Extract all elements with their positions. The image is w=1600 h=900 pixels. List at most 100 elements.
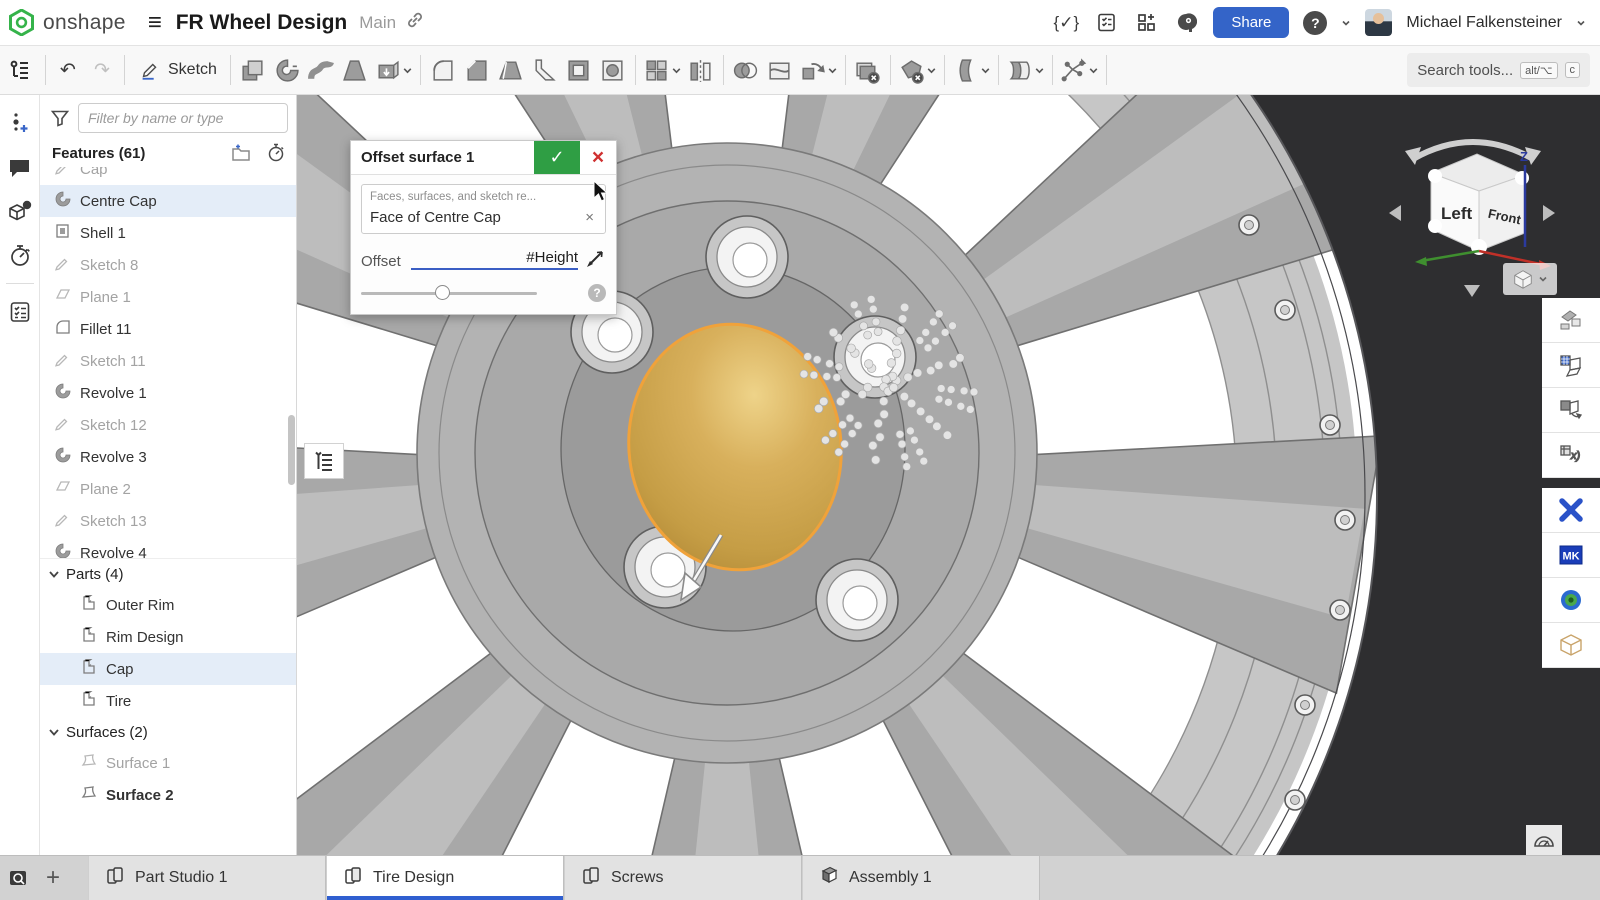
sketch-button[interactable]: Sketch (130, 51, 225, 89)
flip-direction-icon[interactable] (584, 248, 606, 270)
branch-name[interactable]: Main (359, 13, 396, 33)
shell-button[interactable] (562, 51, 596, 89)
user-name[interactable]: Michael Falkensteiner (1406, 14, 1562, 32)
defeature-button[interactable] (896, 51, 939, 89)
feature-row-sketch-12[interactable]: Sketch 12 (40, 409, 296, 441)
split-button[interactable] (763, 51, 797, 89)
feature-row-plane-2[interactable]: Plane 2 (40, 473, 296, 505)
learning-cube-icon[interactable]: ? (5, 196, 35, 226)
onshape-logo[interactable]: onshape (0, 9, 126, 36)
feature-row-plane-1[interactable]: Plane 1 (40, 281, 296, 313)
features-scrollbar[interactable] (288, 415, 295, 485)
move-face-button[interactable] (950, 51, 993, 89)
feature-row-sketch-13[interactable]: Sketch 13 (40, 505, 296, 537)
view-options-button[interactable] (1503, 263, 1557, 295)
search-tools-box[interactable]: Search tools... alt/⌥ c (1407, 53, 1590, 87)
feature-row-centre-cap[interactable]: Centre Cap (40, 185, 296, 217)
user-menu-caret-icon[interactable] (1576, 18, 1586, 28)
cube-logo-button[interactable] (1542, 623, 1600, 668)
surface-row-surface-1[interactable]: Surface 1 (40, 747, 296, 779)
fillet-button[interactable] (426, 51, 460, 89)
help-button[interactable]: ? (1303, 11, 1327, 35)
transform-button[interactable] (797, 51, 840, 89)
new-folder-icon[interactable] (230, 143, 252, 163)
share-link-icon[interactable] (406, 11, 424, 34)
performance-icon[interactable] (5, 240, 35, 270)
cancel-button[interactable]: × (580, 141, 616, 174)
feature-row-revolve-3[interactable]: Revolve 3 (40, 441, 296, 473)
versions-braces-icon[interactable]: {✓} (1053, 10, 1079, 36)
offset-input[interactable]: #Height (411, 249, 578, 270)
feature-row-fillet-11[interactable]: Fillet 11 (40, 313, 296, 345)
frame-button[interactable] (1058, 51, 1101, 89)
delete-face-button[interactable] (851, 51, 885, 89)
featurescript-cube-button[interactable]: x) (1542, 433, 1600, 478)
main-menu-icon[interactable]: ≡ (148, 9, 162, 37)
face-selection-box[interactable]: Faces, surfaces, and sketch re... Face o… (361, 184, 606, 234)
accept-button[interactable]: ✓ (534, 141, 580, 174)
appearance-button[interactable] (1542, 298, 1600, 343)
revolve-button[interactable] (270, 51, 304, 89)
mk-logo-button[interactable]: MK (1542, 533, 1600, 578)
units-protractor-button[interactable] (1526, 825, 1562, 855)
boolean-button[interactable] (729, 51, 763, 89)
tab-search-button[interactable] (0, 856, 40, 900)
parts-section-header[interactable]: Parts (4) (40, 559, 296, 589)
remove-selection-icon[interactable]: × (582, 209, 597, 226)
surfaces-section-header[interactable]: Surfaces (2) (40, 717, 296, 747)
grid-cube-button[interactable] (1542, 343, 1600, 388)
part-row-tire[interactable]: Tire (40, 685, 296, 717)
comments-icon[interactable] (5, 152, 35, 182)
chamfer-button[interactable] (460, 51, 494, 89)
extrude-button[interactable] (236, 51, 270, 89)
feature-row-shell-1[interactable]: Shell 1 (40, 217, 296, 249)
sphere-logo-button[interactable] (1542, 578, 1600, 623)
tab-screws[interactable]: Screws (564, 856, 802, 900)
offset-slider[interactable] (361, 285, 537, 301)
filter-icon[interactable] (50, 108, 70, 128)
part-row-rim-design[interactable]: Rim Design (40, 621, 296, 653)
versions-icon[interactable] (5, 108, 35, 138)
redo-button[interactable]: ↷ (85, 51, 119, 89)
add-tab-button[interactable]: + (40, 856, 66, 900)
surface-row-surface-2[interactable]: Surface 2 (40, 779, 296, 811)
mirror-button[interactable] (684, 51, 718, 89)
offset-slider-knob[interactable] (435, 285, 450, 300)
canvas-feature-list-button[interactable] (304, 443, 344, 479)
sweep-button[interactable] (304, 51, 338, 89)
feature-row-cap[interactable]: Cap (40, 167, 296, 185)
tasks-icon[interactable] (1093, 10, 1119, 36)
help-caret-icon[interactable] (1341, 18, 1351, 28)
section-cube-button[interactable] (1542, 388, 1600, 433)
draft-button[interactable] (494, 51, 528, 89)
share-button[interactable]: Share (1213, 7, 1289, 38)
checklist-icon[interactable] (5, 297, 35, 327)
rib-button[interactable] (528, 51, 562, 89)
surface-icon (80, 784, 98, 806)
hole-button[interactable] (596, 51, 630, 89)
tab-part-studio-1[interactable]: Part Studio 1 (88, 856, 326, 900)
rollback-history-icon[interactable] (266, 143, 286, 163)
undo-button[interactable]: ↶ (51, 51, 85, 89)
feature-row-sketch-8[interactable]: Sketch 8 (40, 249, 296, 281)
feature-list-toggle[interactable] (0, 51, 40, 89)
part-row-cap[interactable]: Cap (40, 653, 296, 685)
graphics-area[interactable]: Offset surface 1 ✓ × Faces, surfaces, an… (297, 95, 1600, 855)
part-row-outer-rim[interactable]: Outer Rim (40, 589, 296, 621)
ai-advisor-icon[interactable] (1173, 10, 1199, 36)
feature-row-revolve-1[interactable]: Revolve 1 (40, 377, 296, 409)
dialog-help-icon[interactable]: ? (588, 284, 606, 302)
tab-tire-design[interactable]: Tire Design (326, 856, 564, 900)
user-avatar[interactable] (1365, 9, 1392, 36)
tab-assembly-1[interactable]: Assembly 1 (802, 856, 1040, 900)
feature-row-sketch-11[interactable]: Sketch 11 (40, 345, 296, 377)
surface-pattern-button[interactable] (1004, 51, 1047, 89)
linear-pattern-button[interactable] (641, 51, 684, 89)
loft-button[interactable] (338, 51, 372, 89)
apps-grid-icon[interactable] (1133, 10, 1159, 36)
thicken-button[interactable] (372, 51, 415, 89)
feature-row-revolve-4[interactable]: Revolve 4 (40, 537, 296, 559)
features-scroll-area[interactable]: CapCentre CapShell 1Sketch 8Plane 1Fille… (40, 167, 296, 559)
x-logo-button[interactable] (1542, 488, 1600, 533)
filter-input[interactable] (78, 103, 288, 133)
